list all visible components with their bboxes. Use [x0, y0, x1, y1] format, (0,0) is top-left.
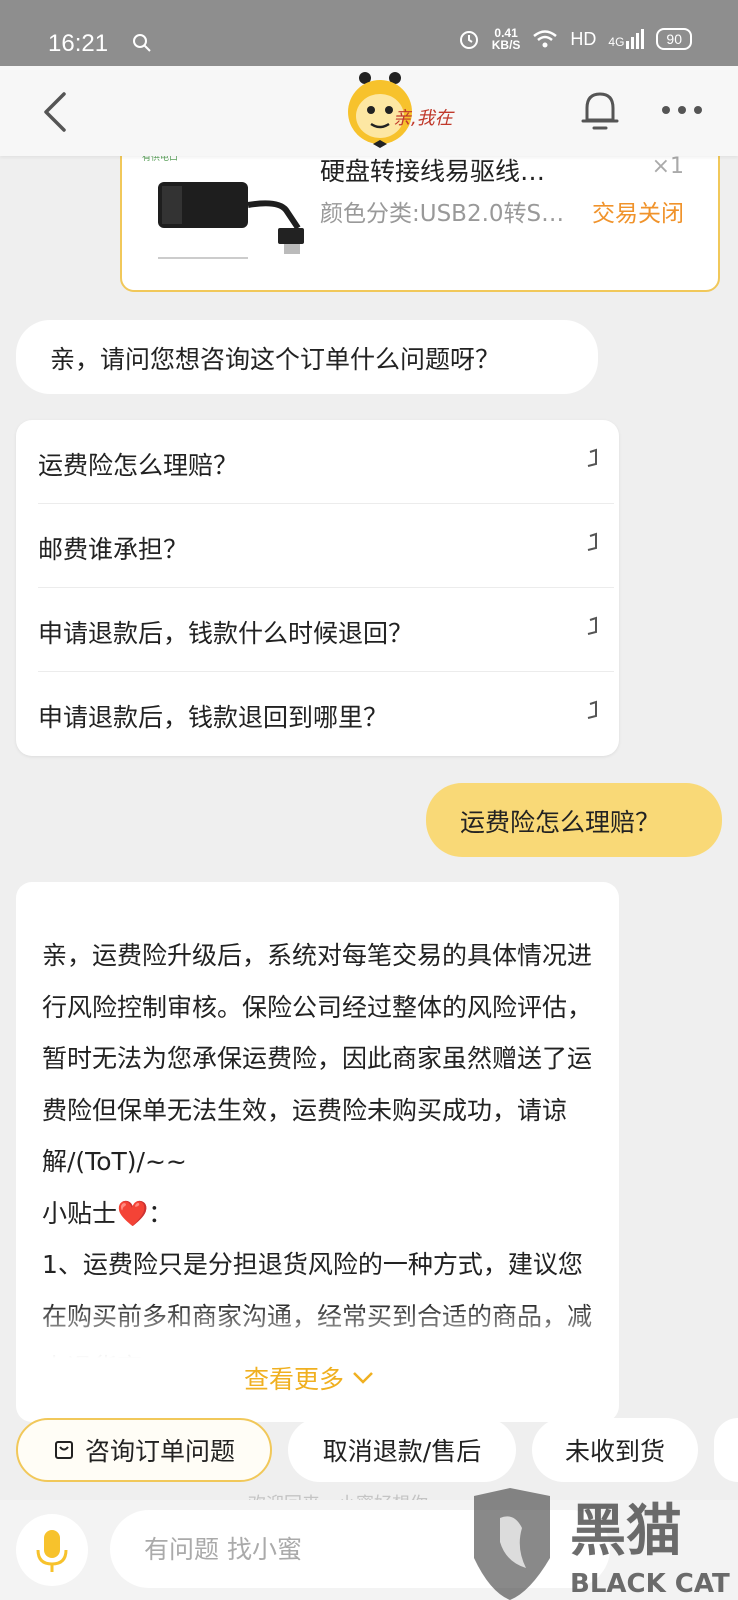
hd-indicator: HD	[570, 28, 597, 49]
status-icons: 0.41 KB/S HD 4G 90	[458, 27, 692, 51]
alarm-icon	[459, 31, 478, 49]
svg-text:黑猫: 黑猫	[570, 1499, 682, 1564]
network-speed: 0.41 KB/S	[491, 26, 521, 52]
status-time: 16:21	[48, 30, 109, 57]
quick-reply-bar: 咨询订单问题 取消退款/售后 未收到货	[0, 1410, 738, 1494]
see-more-label: 查看更多	[244, 1365, 345, 1394]
bot-answer-card: 亲，运费险升级后，系统对每笔交易的具体情况进行风险控制审核。保险公司经过整体的风…	[16, 882, 619, 1422]
svg-text:BLACK CAT: BLACK CAT	[570, 1569, 730, 1599]
faq-arrow-icon	[587, 616, 597, 635]
faq-arrow-icon	[587, 448, 597, 467]
more-options-icon[interactable]	[660, 102, 704, 118]
search-icon	[133, 34, 151, 52]
faq-question: 邮费谁承担？	[38, 535, 189, 564]
faq-item[interactable]: 运费险怎么理赔？	[38, 420, 614, 504]
black-cat-watermark: 黑猫 BLACK CAT	[474, 1488, 730, 1600]
order-doc-icon	[54, 1441, 73, 1459]
product-title: 硬盘转接线易驱线…	[320, 157, 546, 186]
faq-arrow-icon	[587, 532, 597, 551]
faq-question: 申请退款后，钱款退回到哪里？	[38, 703, 389, 732]
faq-card: 运费险怎么理赔？ 邮费谁承担？ 申请退款后，钱款什么时候退回？ 申请退款后，钱款…	[16, 420, 619, 756]
product-quantity: ×1	[651, 154, 684, 179]
chip-label: 咨询订单问题	[84, 1437, 235, 1466]
user-message-text: 运费险怎么理赔？	[460, 808, 661, 837]
bot-prompt-text: 亲，请问您想咨询这个订单什么问题呀？	[50, 345, 501, 374]
chip-label: 未收到货	[564, 1437, 665, 1466]
faq-arrow-icon	[587, 700, 597, 719]
status-bar: 16:21 0.41 KB/S HD 4G 90	[0, 0, 738, 66]
faq-item[interactable]: 邮费谁承担？	[38, 504, 614, 588]
quick-reply-not-received[interactable]: 未收到货	[532, 1418, 698, 1482]
bot-prompt-bubble: 亲，请问您想咨询这个订单什么问题呀？	[16, 320, 598, 394]
chip-label: 取消退款/售后	[322, 1437, 482, 1466]
app-header: 亲,我在	[0, 66, 738, 156]
faq-item[interactable]: 申请退款后，钱款退回到哪里？	[38, 672, 614, 756]
faq-question: 运费险怎么理赔？	[38, 451, 239, 480]
faq-question: 申请退款后，钱款什么时候退回？	[38, 619, 414, 648]
back-arrow-icon[interactable]	[38, 90, 78, 134]
see-more-link[interactable]: 查看更多	[244, 1360, 374, 1396]
svg-text:亲,我在: 亲,我在	[393, 108, 455, 129]
chevron-down-icon	[353, 1372, 373, 1384]
quick-reply-order-question[interactable]: 咨询订单问题	[16, 1418, 272, 1482]
faq-item[interactable]: 申请退款后，钱款什么时候退回？	[38, 588, 614, 672]
wifi-icon	[533, 30, 558, 48]
order-status: 交易关闭	[592, 201, 684, 227]
xiaomi-mascot-logo: 亲,我在	[348, 72, 455, 148]
battery-indicator: 90	[656, 28, 692, 50]
quick-reply-overflow[interactable]	[714, 1418, 738, 1482]
microphone-icon[interactable]	[16, 1514, 88, 1586]
user-message-bubble: 运费险怎么理赔？	[426, 783, 722, 857]
notification-bell-icon[interactable]	[579, 88, 621, 132]
product-spec: 颜色分类:USB2.0转S…	[320, 201, 565, 227]
quick-reply-cancel-refund[interactable]: 取消退款/售后	[288, 1418, 516, 1482]
signal-indicator: 4G	[608, 29, 645, 49]
product-thumbnail: 有供电口	[142, 151, 304, 259]
